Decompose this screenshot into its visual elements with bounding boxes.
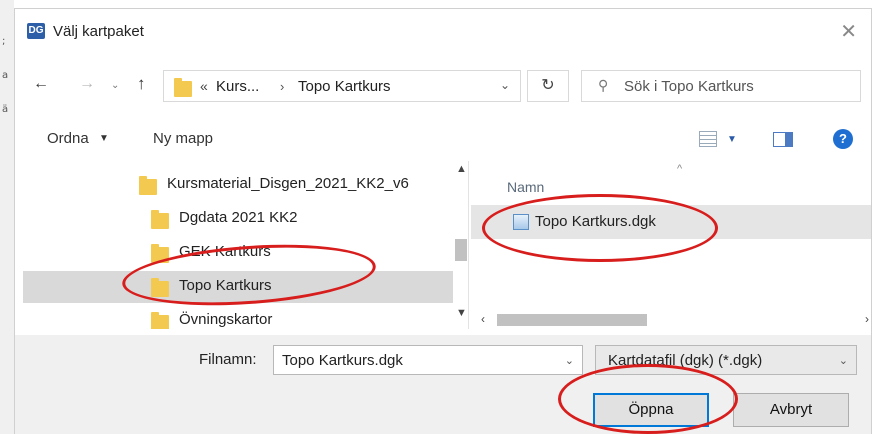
- tree-item-label: Kursmaterial_Disgen_2021_KK2_v6: [167, 175, 409, 192]
- chevron-down-icon[interactable]: ⌄: [839, 354, 848, 367]
- breadcrumb-item-current[interactable]: Topo Kartkurs: [298, 78, 391, 95]
- back-arrow-icon[interactable]: ←: [33, 75, 49, 93]
- breadcrumb-item[interactable]: Kurs...: [216, 78, 259, 95]
- tree-item-selected[interactable]: Topo Kartkurs: [23, 271, 453, 303]
- navigation-bar: ← → ⌄ ↑ « Kurs... › Topo Kartkurs ⌄ ↻ ⚲ …: [15, 67, 871, 107]
- new-folder-button[interactable]: Ny mapp: [153, 130, 213, 147]
- dialog-footer: Filnamn: Topo Kartkurs.dgk ⌄ Kartdatafil…: [15, 335, 871, 434]
- background-edge-mark: a: [2, 70, 9, 81]
- open-button[interactable]: Öppna: [593, 393, 709, 427]
- background-window-edge: ; a ä: [0, 0, 14, 434]
- scrollbar-thumb[interactable]: [455, 239, 467, 261]
- search-placeholder: Sök i Topo Kartkurs: [624, 78, 754, 95]
- background-edge-mark: ;: [2, 36, 6, 47]
- folder-icon: [174, 78, 192, 97]
- column-header-name[interactable]: Namn: [507, 179, 544, 195]
- window-title: Välj kartpaket: [53, 23, 144, 40]
- help-icon[interactable]: ?: [833, 129, 853, 149]
- scroll-up-icon[interactable]: ▲: [456, 163, 467, 175]
- tree-item[interactable]: Dgdata 2021 KK2: [23, 203, 453, 235]
- up-arrow-icon[interactable]: ↑: [137, 74, 146, 94]
- preview-pane-icon[interactable]: [773, 132, 793, 147]
- folder-icon: [151, 278, 169, 297]
- file-list-horizontal-scrollbar[interactable]: ‹ ›: [471, 311, 871, 329]
- tree-item[interactable]: Kursmaterial_Disgen_2021_KK2_v6: [23, 169, 453, 201]
- breadcrumb-separator-icon[interactable]: ›: [280, 79, 284, 94]
- scroll-right-icon[interactable]: ›: [865, 312, 869, 326]
- navigation-tree: Kursmaterial_Disgen_2021_KK2_v6 Dgdata 2…: [23, 161, 469, 329]
- chevron-down-icon[interactable]: ⌄: [565, 354, 574, 367]
- command-toolbar: Ordna ▼ Ny mapp ▼ ?: [15, 123, 871, 157]
- map-file-icon: [513, 214, 529, 230]
- recent-locations-chevron-icon[interactable]: ⌄: [111, 80, 119, 91]
- filename-value: Topo Kartkurs.dgk: [282, 352, 403, 369]
- view-dropdown-arrow-icon[interactable]: ▼: [727, 134, 737, 145]
- organize-dropdown-arrow-icon[interactable]: ▼: [99, 133, 109, 144]
- folder-icon: [151, 210, 169, 229]
- file-type-select[interactable]: Kartdatafil (dgk) (*.dgk) ⌄: [595, 345, 857, 375]
- filename-input[interactable]: Topo Kartkurs.dgk ⌄: [273, 345, 583, 375]
- close-icon[interactable]: ✕: [840, 19, 857, 44]
- folder-icon: [139, 176, 157, 195]
- file-list: ^ Namn Topo Kartkurs.dgk ‹ ›: [471, 161, 871, 329]
- sort-ascending-icon: ^: [677, 163, 683, 175]
- background-edge-mark: ä: [2, 104, 9, 115]
- scroll-down-icon[interactable]: ▼: [456, 307, 467, 319]
- address-overflow-chevron[interactable]: «: [200, 78, 208, 94]
- scrollbar-thumb[interactable]: [497, 314, 647, 326]
- tree-item[interactable]: Övningskartor: [23, 305, 453, 329]
- tree-item-label: Dgdata 2021 KK2: [179, 209, 298, 226]
- title-bar: DG Välj kartpaket ✕: [15, 9, 871, 49]
- refresh-icon[interactable]: ↻: [527, 70, 569, 102]
- filename-label: Filnamn:: [199, 351, 257, 368]
- cancel-button[interactable]: Avbryt: [733, 393, 849, 427]
- tree-item-label: Topo Kartkurs: [179, 277, 272, 294]
- forward-arrow-icon[interactable]: →: [79, 75, 95, 93]
- file-row[interactable]: Topo Kartkurs.dgk: [471, 205, 871, 239]
- scroll-left-icon[interactable]: ‹: [481, 312, 485, 326]
- tree-vertical-scrollbar[interactable]: ▲ ▼: [453, 161, 468, 329]
- search-icon: ⚲: [598, 77, 609, 93]
- folder-icon: [151, 312, 169, 329]
- file-type-value: Kartdatafil (dgk) (*.dgk): [608, 352, 763, 369]
- search-input[interactable]: ⚲ Sök i Topo Kartkurs: [581, 70, 861, 102]
- organize-button[interactable]: Ordna: [47, 130, 89, 147]
- file-name: Topo Kartkurs.dgk: [535, 213, 656, 230]
- folder-icon: [151, 244, 169, 263]
- tree-item-label: Övningskartor: [179, 311, 273, 328]
- view-mode-icon[interactable]: [699, 131, 717, 147]
- address-bar[interactable]: « Kurs... › Topo Kartkurs ⌄: [163, 70, 521, 102]
- tree-item-label: GEK Kartkurs: [179, 243, 271, 260]
- tree-item[interactable]: GEK Kartkurs: [23, 237, 453, 269]
- file-open-dialog: DG Välj kartpaket ✕ ← → ⌄ ↑ « Kurs... › …: [14, 8, 872, 434]
- app-icon: DG: [27, 23, 45, 39]
- chevron-down-icon[interactable]: ⌄: [500, 78, 510, 92]
